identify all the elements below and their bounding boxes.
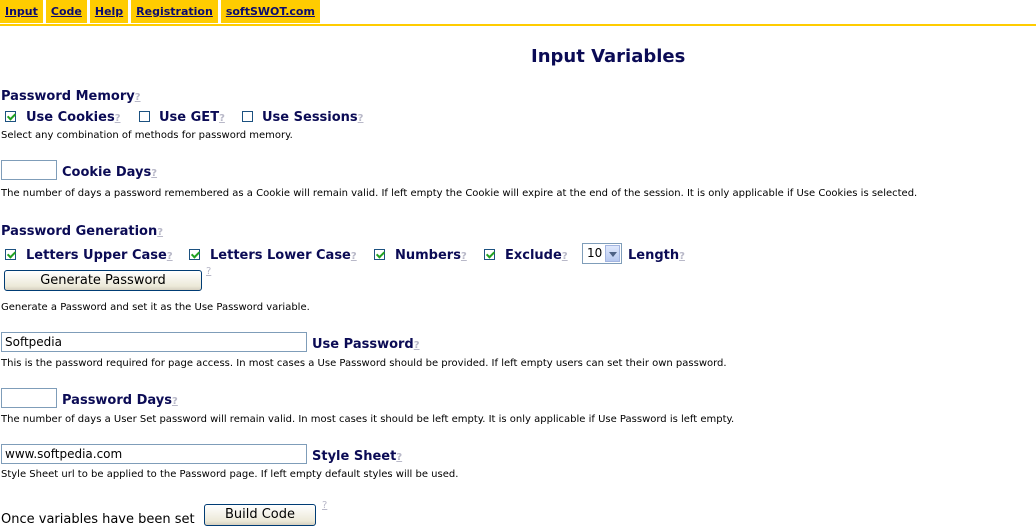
help-link[interactable]: ? <box>351 251 357 262</box>
nav-code[interactable]: Code <box>45 0 87 23</box>
help-link[interactable]: ? <box>396 452 402 463</box>
top-nav: Input Code Help Registration softSWOT.co… <box>0 0 323 23</box>
password-memory-description: Select any combination of methods for pa… <box>1 130 293 141</box>
help-link[interactable]: ? <box>206 266 211 277</box>
use-get-checkbox[interactable] <box>139 111 150 122</box>
use-sessions-checkbox[interactable] <box>242 111 253 122</box>
nav-softswot[interactable]: softSWOT.com <box>220 0 320 23</box>
nav-input[interactable]: Input <box>0 0 43 23</box>
cookie-days-label: Cookie Days? <box>62 165 158 180</box>
use-get-label: Use GET? <box>159 110 225 125</box>
help-link[interactable]: ? <box>414 340 420 351</box>
length-label: Length? <box>628 248 685 263</box>
style-sheet-description: Style Sheet url to be applied to the Pas… <box>1 469 459 480</box>
use-password-description: This is the password required for page a… <box>1 358 727 369</box>
help-link[interactable]: ? <box>322 500 327 511</box>
letters-upper-case-checkbox[interactable] <box>5 249 16 260</box>
exclude-label: Exclude? <box>505 248 568 263</box>
numbers-label: Numbers? <box>395 248 467 263</box>
help-link[interactable]: ? <box>219 113 225 124</box>
style-sheet-label: Style Sheet? <box>312 449 403 464</box>
help-link[interactable]: ? <box>679 251 685 262</box>
letters-upper-case-label: Letters Upper Case? <box>26 248 173 263</box>
exclude-checkbox[interactable] <box>484 249 495 260</box>
help-link[interactable]: ? <box>157 227 163 238</box>
help-link[interactable]: ? <box>358 113 364 124</box>
generate-password-button[interactable]: Generate Password <box>4 270 202 291</box>
help-link[interactable]: ? <box>461 251 467 262</box>
password-generation-title: Password Generation? <box>1 224 164 239</box>
password-days-input[interactable] <box>1 388 57 408</box>
page-title: Input Variables <box>531 46 686 67</box>
help-link[interactable]: ? <box>172 396 178 407</box>
use-cookies-checkbox[interactable] <box>5 111 16 122</box>
help-link[interactable]: ? <box>167 251 173 262</box>
style-sheet-input[interactable]: www.softpedia.com <box>1 444 307 464</box>
nav-registration[interactable]: Registration <box>131 0 218 23</box>
cookie-days-description: The number of days a password remembered… <box>1 188 918 199</box>
letters-lower-case-label: Letters Lower Case? <box>210 248 357 263</box>
length-select[interactable]: 10 <box>582 243 622 264</box>
help-link[interactable]: ? <box>562 251 568 262</box>
use-password-input[interactable]: Softpedia <box>1 332 307 352</box>
use-password-label: Use Password? <box>312 337 420 352</box>
length-select-value: 10 <box>587 246 603 260</box>
chevron-down-icon[interactable] <box>605 245 620 262</box>
numbers-checkbox[interactable] <box>374 249 385 260</box>
help-link[interactable]: ? <box>135 92 141 103</box>
use-sessions-label: Use Sessions? <box>262 110 364 125</box>
build-code-button[interactable]: Build Code <box>204 504 316 526</box>
help-link[interactable]: ? <box>115 113 121 124</box>
use-cookies-label: Use Cookies? <box>26 110 121 125</box>
help-link[interactable]: ? <box>151 168 157 179</box>
build-prompt: Once variables have been set <box>1 512 195 527</box>
letters-lower-case-checkbox[interactable] <box>189 249 200 260</box>
generate-password-description: Generate a Password and set it as the Us… <box>1 302 310 313</box>
nav-divider <box>0 24 1036 26</box>
password-days-description: The number of days a User Set password w… <box>1 414 735 425</box>
password-days-label: Password Days? <box>62 393 178 408</box>
password-memory-title: Password Memory? <box>1 89 141 104</box>
nav-help[interactable]: Help <box>89 0 129 23</box>
cookie-days-input[interactable] <box>1 160 57 180</box>
